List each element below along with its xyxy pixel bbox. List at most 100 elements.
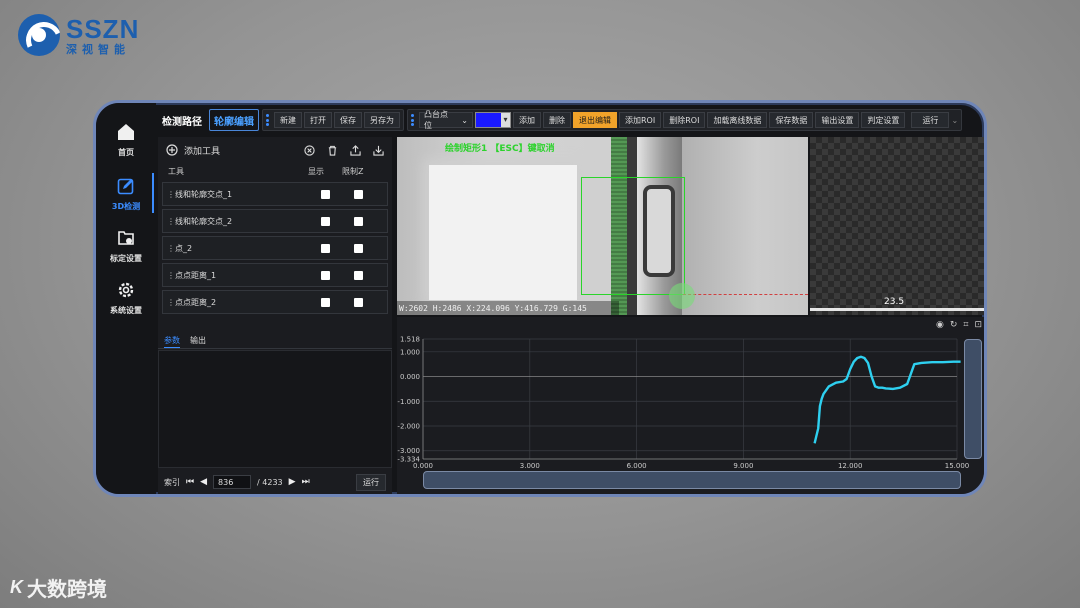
sidebar-item-system-settings[interactable]: 系统设置 <box>96 279 156 316</box>
export-icon[interactable] <box>350 144 361 156</box>
drag-handle-icon[interactable]: ⋮ <box>167 271 175 280</box>
delete-roi-button[interactable]: 删除ROI <box>663 112 706 128</box>
judge-settings-button[interactable]: 判定设置 <box>861 112 906 128</box>
tool-name: 线和轮廓交点_2 <box>175 216 233 226</box>
add-tool-label[interactable]: 添加工具 <box>184 144 220 157</box>
delete-button[interactable]: 删除 <box>543 112 571 128</box>
index-pager: 索引 ⏮ ◀ 836 / 4233 ▶ ⏭ 运行 <box>158 470 392 494</box>
run-button[interactable]: 运行 <box>911 112 950 128</box>
contour-edit-tab[interactable]: 轮廓编辑 <box>209 109 259 131</box>
x-tick-label: 12.000 <box>838 462 863 470</box>
x-tick-label: 6.000 <box>627 462 647 470</box>
profile-chart[interactable]: 0.000 3.000 6.000 9.000 12.000 15.000 1.518 1.0… <box>397 317 987 494</box>
tool-row[interactable]: ⋮ 线和轮廓交点_2 <box>162 209 388 233</box>
sidebar-active-indicator <box>152 173 154 213</box>
add-button[interactable]: 添加 <box>513 112 541 128</box>
save-button[interactable]: 保存 <box>334 112 362 128</box>
sidebar-label-home: 首页 <box>118 148 134 157</box>
sidebar: 首页 3D检测 标定设置 系统设置 <box>96 103 156 494</box>
tool-row[interactable]: ⋮ 点点距离_1 <box>162 263 388 287</box>
watermark: K 大数跨境 <box>10 573 107 602</box>
index-input[interactable]: 836 <box>213 475 252 489</box>
tab-params[interactable]: 参数 <box>164 335 180 348</box>
sidebar-item-home[interactable]: 首页 <box>96 121 156 158</box>
show-checkbox[interactable] <box>321 243 330 253</box>
x-tick-label: 9.000 <box>733 462 753 470</box>
sidebar-item-3d-detect[interactable]: 3D检测 <box>96 175 156 212</box>
calibration-icon <box>115 227 137 249</box>
sidebar-label-3d-detect: 3D检测 <box>111 202 141 211</box>
limit-z-checkbox[interactable] <box>354 297 363 307</box>
save-data-button[interactable]: 保存数据 <box>769 112 814 128</box>
new-button[interactable]: 新建 <box>274 112 302 128</box>
col-limit-z: 限制Z <box>342 166 364 176</box>
scale-label: 23.5 <box>884 297 905 307</box>
detect-path-title[interactable]: 检测路径 <box>158 109 206 131</box>
open-button[interactable]: 打开 <box>304 112 332 128</box>
limit-z-checkbox[interactable] <box>354 189 363 199</box>
profile-line <box>683 294 808 295</box>
add-roi-button[interactable]: 添加ROI <box>619 112 662 128</box>
exit-edit-button[interactable]: 退出编辑 <box>573 112 617 128</box>
watermark-mark: K <box>10 577 23 597</box>
y-tick-label: 0.000 <box>400 373 420 381</box>
drag-handle-icon[interactable]: ⋮ <box>167 298 175 307</box>
scale-bar <box>810 308 984 311</box>
tool-row[interactable]: ⋮ 点_2 <box>162 236 388 260</box>
show-checkbox[interactable] <box>321 189 330 199</box>
y-tick-label: 1.518 <box>400 336 420 344</box>
color-picker[interactable] <box>475 112 511 128</box>
edit-button-group: 凸台点位 ⌄ 添加 删除 退出编辑 添加ROI 删除ROI 加载离线数据 保存数据… <box>407 109 963 131</box>
add-circle-icon[interactable] <box>166 144 178 156</box>
camera-image-view[interactable]: 绘制矩形1 【ESC】键取消 W:2602 H:2486 X:224.096 Y… <box>397 137 808 315</box>
chevron-down-icon[interactable]: ⌄ <box>951 116 958 125</box>
thumbnail-view[interactable]: 23.5 <box>810 137 984 315</box>
first-page-icon[interactable]: ⏮ <box>186 477 194 487</box>
show-checkbox[interactable] <box>321 297 330 307</box>
vertical-range-slider[interactable] <box>964 339 982 459</box>
limit-z-checkbox[interactable] <box>354 270 363 280</box>
y-tick-label: -2.000 <box>397 423 420 431</box>
tool-row[interactable]: ⋮ 点点距离_2 <box>162 290 388 314</box>
chevron-down-icon: ⌄ <box>461 115 468 125</box>
clear-icon[interactable] <box>304 144 315 156</box>
image-bright-region <box>429 165 577 300</box>
roi-rectangle[interactable] <box>581 177 685 295</box>
sidebar-label-system-settings: 系统设置 <box>110 306 142 315</box>
save-as-button[interactable]: 另存为 <box>364 112 400 128</box>
tab-output[interactable]: 输出 <box>190 335 206 348</box>
next-page-icon[interactable]: ▶ <box>289 477 296 487</box>
show-checkbox[interactable] <box>321 270 330 280</box>
limit-z-checkbox[interactable] <box>354 243 363 253</box>
app-window: 首页 3D检测 标定设置 系统设置 检测路径 轮廓编辑 新建 打开 保存 另存为… <box>93 100 987 497</box>
y-tick-label: 1.000 <box>400 348 420 356</box>
y-tick-label: -3.000 <box>397 447 420 455</box>
tools-column-header: 工具 显示 限制Z <box>158 163 392 179</box>
param-area <box>158 350 392 468</box>
cursor-highlight <box>669 283 695 309</box>
drag-handle-icon[interactable]: ⋮ <box>167 217 175 226</box>
drag-handle-icon[interactable]: ⋮ <box>167 244 175 253</box>
limit-z-checkbox[interactable] <box>354 216 363 226</box>
last-page-icon[interactable]: ⏭ <box>302 477 310 487</box>
prev-page-icon[interactable]: ◀ <box>200 477 207 487</box>
horizontal-range-slider[interactable] <box>423 471 961 489</box>
show-checkbox[interactable] <box>321 216 330 226</box>
import-icon[interactable] <box>373 145 384 156</box>
gear-icon <box>115 279 137 301</box>
tool-name: 线和轮廓交点_1 <box>175 189 233 199</box>
output-settings-button[interactable]: 输出设置 <box>815 112 860 128</box>
tool-name: 点点距离_1 <box>175 270 217 280</box>
sidebar-item-calibration[interactable]: 标定设置 <box>96 227 156 264</box>
profile-chart-panel: ◉ ↻ ⌗ ⊡ 0.000 3.000 6.000 9.000 12.000 15.000… <box>397 317 987 494</box>
trash-icon[interactable] <box>327 145 338 156</box>
shape-select[interactable]: 凸台点位 ⌄ <box>419 110 473 130</box>
index-run-button[interactable]: 运行 <box>356 473 386 491</box>
drag-handle-icon[interactable]: ⋮ <box>167 190 175 199</box>
drag-handle-icon[interactable] <box>266 114 269 126</box>
tool-row[interactable]: ⋮ 线和轮廓交点_1 <box>162 182 388 206</box>
drag-handle-icon[interactable] <box>411 114 414 126</box>
load-offline-data-button[interactable]: 加载离线数据 <box>707 112 768 128</box>
brand-logo: SSZN 深视智能 <box>18 14 139 56</box>
x-tick-label: 15.000 <box>945 462 970 470</box>
